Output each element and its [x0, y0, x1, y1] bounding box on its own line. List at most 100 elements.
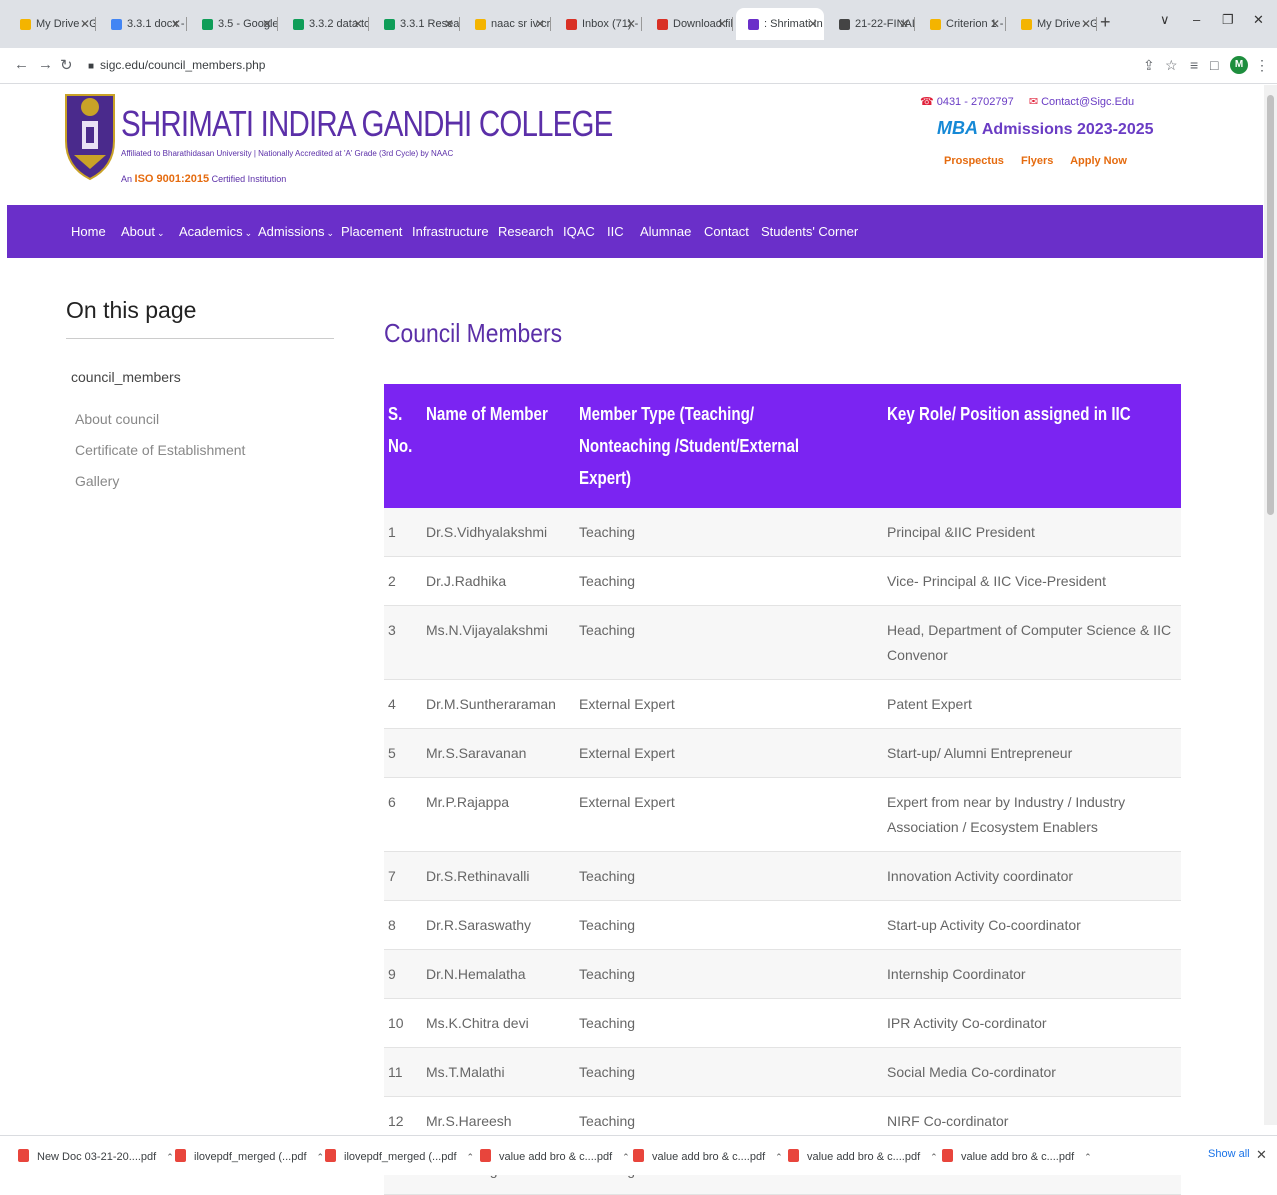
browser-tab[interactable]: naac sr iv cri ✕	[463, 8, 551, 40]
browser-tab[interactable]: Criterion 1 - ✕	[918, 8, 1006, 40]
chevron-up-icon[interactable]: ⌃	[317, 1152, 325, 1162]
url-field[interactable]: ■ sigc.edu/council_members.php	[88, 58, 265, 72]
chevron-up-icon[interactable]: ⌃	[775, 1152, 783, 1162]
browser-tab[interactable]: 21-22-FINAL ✕	[827, 8, 915, 40]
browser-tab[interactable]: Inbox (71) - ✕	[554, 8, 642, 40]
reading-list-icon[interactable]: ≡	[1190, 57, 1198, 73]
apply-now-link[interactable]: Apply Now	[1070, 155, 1127, 167]
profile-avatar[interactable]: M	[1230, 56, 1248, 74]
browser-tabstrip: My Drive - Gc✕3.3.1 docx - G✕3.5 - Googl…	[0, 0, 1277, 48]
admissions-banner[interactable]: MBA Admissions 2023-2025	[937, 118, 1154, 139]
cell-member-type: External Expert	[575, 679, 884, 729]
tab-close-icon[interactable]: ✕	[171, 17, 181, 31]
browser-tab[interactable]: 3.3.1 Researc✕	[372, 8, 460, 40]
forward-icon[interactable]: →	[38, 56, 53, 73]
download-item[interactable]: value add bro & c....pdf ⌃	[633, 1149, 783, 1163]
iso-prefix: An	[121, 174, 133, 184]
cell-sno: 7	[384, 851, 422, 901]
pdf-file-icon	[942, 1149, 953, 1162]
download-item[interactable]: value add bro & c....pdf ⌃	[788, 1149, 938, 1163]
browser-tab[interactable]: 3.3.1 docx - G✕	[99, 8, 187, 40]
cell-member-type: Teaching	[575, 949, 884, 999]
minimize-button[interactable]: –	[1193, 12, 1200, 27]
restore-button[interactable]: ❐	[1222, 12, 1234, 28]
tab-close-icon[interactable]: ✕	[808, 17, 818, 31]
prospectus-link[interactable]: Prospectus	[944, 155, 1004, 167]
download-item[interactable]: value add bro & c....pdf ⌃	[942, 1149, 1092, 1163]
cell-key-role: Social Media Co-cordinator	[883, 1047, 1182, 1097]
download-item[interactable]: ilovepdf_merged (...pdf ⌃	[175, 1149, 324, 1163]
email-link[interactable]: Contact@Sigc.Edu	[1041, 96, 1134, 108]
close-shelf-icon[interactable]: ✕	[1256, 1147, 1267, 1163]
download-filename: value add bro & c....pdf	[807, 1151, 921, 1163]
sidebar-item-certificate[interactable]: Certificate of Establishment	[75, 442, 245, 458]
nav-contact[interactable]: Contact	[704, 224, 749, 239]
nav-iqac[interactable]: IQAC	[563, 224, 595, 239]
tab-close-icon[interactable]: ✕	[899, 17, 909, 31]
tab-close-icon[interactable]: ✕	[717, 17, 727, 31]
nav-research[interactable]: Research	[498, 224, 554, 239]
sidebar-item-council-members[interactable]: council_members	[71, 369, 181, 385]
chevron-up-icon[interactable]: ⌃	[467, 1152, 475, 1162]
download-item[interactable]: ilovepdf_merged (...pdf ⌃	[325, 1149, 474, 1163]
nav-about[interactable]: About ⌄	[121, 224, 165, 239]
chevron-up-icon[interactable]: ⌃	[166, 1152, 174, 1162]
browser-tab[interactable]: My Drive - Gc✕	[8, 8, 96, 40]
cell-member-name: Ms.N.Vijayalakshmi	[422, 605, 576, 680]
browser-tab[interactable]: 3.5 - Google ✕	[190, 8, 278, 40]
tab-close-icon[interactable]: ✕	[262, 17, 272, 31]
nav-placement[interactable]: Placement	[341, 224, 402, 239]
download-filename: ilovepdf_merged (...pdf	[344, 1151, 457, 1163]
nav-alumnae[interactable]: Alumnae	[640, 224, 691, 239]
browser-tab[interactable]: My Drive - Gc✕	[1009, 8, 1097, 40]
flyers-link[interactable]: Flyers	[1021, 155, 1053, 167]
nav-academics[interactable]: Academics ⌄	[179, 224, 252, 239]
cell-member-name: Mr.P.Rajappa	[422, 777, 576, 852]
browser-tab[interactable]: 3.3.2 data to ✕	[281, 8, 369, 40]
chevron-up-icon[interactable]: ⌃	[930, 1152, 938, 1162]
college-crest-logo[interactable]	[62, 89, 118, 181]
page-scrollbar[interactable]	[1264, 85, 1277, 1125]
share-icon[interactable]: ⇪	[1143, 57, 1155, 74]
chevron-up-icon[interactable]: ⌃	[622, 1152, 630, 1162]
nav-about-label: About	[121, 224, 155, 239]
pdf-file-icon	[18, 1149, 29, 1162]
tab-close-icon[interactable]: ✕	[990, 17, 1000, 31]
tab-close-icon[interactable]: ✕	[444, 17, 454, 31]
reload-icon[interactable]: ↻	[60, 56, 73, 74]
new-tab-button[interactable]: +	[1100, 12, 1111, 33]
cell-member-type: Teaching	[575, 508, 884, 557]
nav-admissions[interactable]: Admissions ⌄	[258, 224, 334, 239]
tab-close-icon[interactable]: ✕	[535, 17, 545, 31]
tab-close-icon[interactable]: ✕	[626, 17, 636, 31]
back-icon[interactable]: ←	[14, 56, 29, 73]
nav-students-corner[interactable]: Students' Corner	[761, 224, 858, 239]
download-item[interactable]: value add bro & c....pdf ⌃	[480, 1149, 630, 1163]
close-window-button[interactable]: ✕	[1253, 12, 1264, 28]
chevron-down-icon: ⌄	[156, 228, 165, 238]
tab-close-icon[interactable]: ✕	[353, 17, 363, 31]
scrollbar-thumb[interactable]	[1267, 95, 1274, 515]
nav-home[interactable]: Home	[71, 224, 106, 239]
tab-close-icon[interactable]: ✕	[1081, 17, 1091, 31]
nav-infrastructure[interactable]: Infrastructure	[412, 224, 489, 239]
browser-tab[interactable]: : Shrimati In ✕	[736, 8, 824, 40]
tab-close-icon[interactable]: ✕	[80, 17, 90, 31]
tab-search-icon[interactable]: ∨	[1160, 12, 1170, 28]
menu-kebab-icon[interactable]: ⋮	[1255, 57, 1269, 74]
browser-tab[interactable]: Download fil ✕	[645, 8, 733, 40]
download-filename: value add bro & c....pdf	[652, 1151, 766, 1163]
sidebar-item-about-council[interactable]: About council	[75, 411, 159, 427]
sidebar-item-gallery[interactable]: Gallery	[75, 473, 119, 489]
show-all-downloads-button[interactable]: Show all	[1208, 1148, 1250, 1160]
nav-iic[interactable]: IIC	[607, 224, 624, 239]
cell-member-type: Teaching	[575, 556, 884, 606]
chevron-up-icon[interactable]: ⌃	[1084, 1152, 1092, 1162]
phone-number[interactable]: 0431 - 2702797	[937, 96, 1014, 108]
pdf-file-icon	[480, 1149, 491, 1162]
side-panel-icon[interactable]: □	[1210, 57, 1218, 73]
cell-sno: 2	[384, 556, 422, 606]
download-filename: value add bro & c....pdf	[499, 1151, 613, 1163]
bookmark-star-icon[interactable]: ☆	[1165, 57, 1178, 74]
download-item[interactable]: New Doc 03-21-20....pdf ⌃	[18, 1149, 174, 1163]
